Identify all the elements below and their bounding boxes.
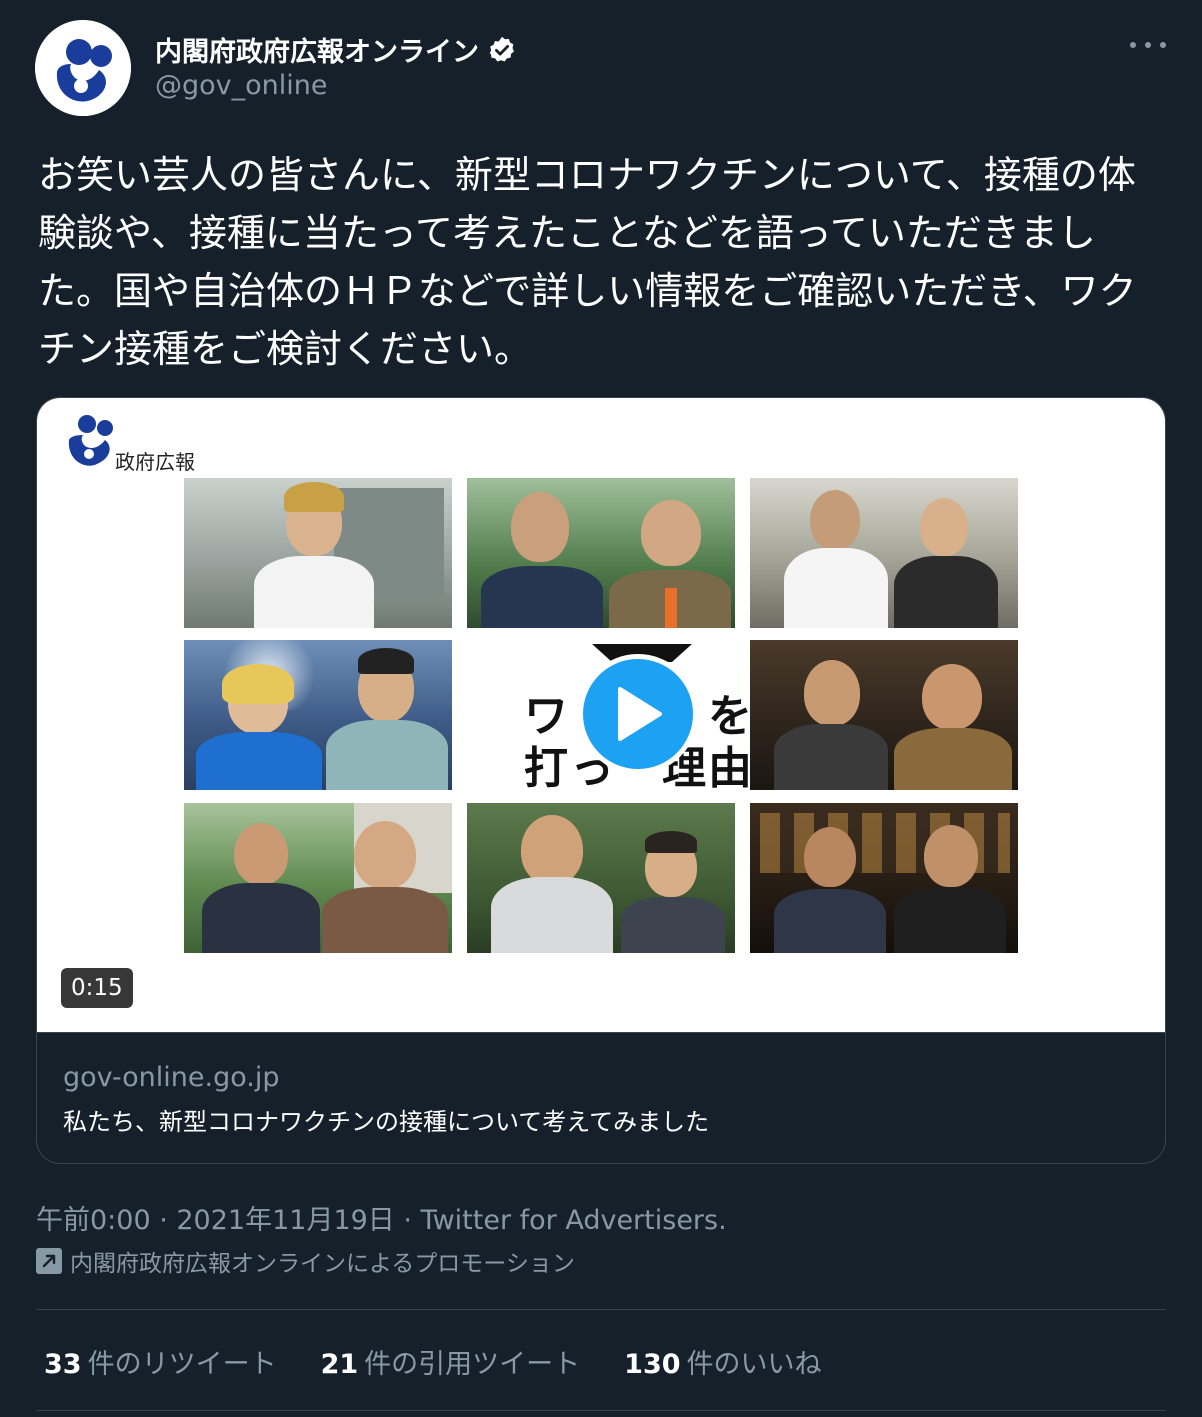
card-title: 私たち、新型コロナワクチンの接種について考えてみました bbox=[63, 1108, 710, 1136]
display-name[interactable]: 内閣府政府広報オンライン bbox=[155, 30, 517, 69]
quotes-count: 21 bbox=[320, 1349, 359, 1380]
retweets-count: 33 bbox=[44, 1349, 82, 1380]
avatar[interactable] bbox=[35, 20, 131, 116]
play-button[interactable] bbox=[578, 654, 698, 774]
thumbnail-5 bbox=[750, 640, 1018, 790]
thumbnail-8 bbox=[750, 803, 1018, 953]
promoted-arrow-icon bbox=[36, 1248, 62, 1274]
video-duration: 0:15 bbox=[61, 968, 133, 1008]
tweet-timestamp[interactable]: 午前0:00 · 2021年11月19日 · Twitter for Adver… bbox=[36, 1198, 727, 1237]
engagement-stats: 33 件のリツイート 21 件の引用ツイート 130 件のいいね bbox=[44, 1342, 822, 1381]
thumbnail-6 bbox=[184, 803, 452, 953]
gov-logo-icon bbox=[65, 410, 121, 470]
more-options-button[interactable] bbox=[1130, 30, 1166, 60]
thumbnail-2 bbox=[467, 478, 735, 628]
quotes-label: 件の引用ツイート bbox=[364, 1349, 581, 1380]
verified-badge-icon bbox=[489, 36, 514, 61]
more-dot-icon bbox=[1145, 42, 1151, 48]
display-name-text[interactable]: 内閣府政府広報オンライン bbox=[155, 30, 479, 69]
likes-count: 130 bbox=[624, 1349, 681, 1380]
thumbnail-4 bbox=[184, 640, 452, 790]
play-icon bbox=[618, 687, 662, 741]
gov-logo-icon bbox=[35, 20, 131, 116]
card-domain: gov-online.go.jp bbox=[63, 1062, 280, 1093]
more-dot-icon bbox=[1130, 42, 1136, 48]
promotion-text: 内閣府政府広報オンラインによるプロモーション bbox=[70, 1251, 575, 1277]
video-card[interactable]: 政府広報 ワ を 打っ 理由 0:15 gov-online.go.jp 私たち… bbox=[36, 397, 1166, 1164]
thumbnail-1 bbox=[184, 478, 452, 628]
retweets-label: 件のリツイート bbox=[87, 1349, 277, 1380]
tweet-page: 内閣府政府広報オンライン @gov_online お笑い芸人の皆さんに、新型コロ… bbox=[0, 0, 1202, 1417]
divider bbox=[36, 1410, 1166, 1411]
retweets-stat[interactable]: 33 件のリツイート bbox=[44, 1342, 277, 1381]
likes-label: 件のいいね bbox=[686, 1349, 822, 1380]
card-logo-text: 政府広報 bbox=[115, 450, 195, 474]
tweet-text: お笑い芸人の皆さんに、新型コロナワクチンについて、接種の体験談や、接種に当たって… bbox=[38, 153, 1137, 371]
likes-stat[interactable]: 130 件のいいね bbox=[624, 1342, 821, 1381]
thumbnail-3 bbox=[750, 478, 1018, 628]
quote-tweets-stat[interactable]: 21 件の引用ツイート bbox=[321, 1342, 581, 1381]
promotion-line[interactable]: 内閣府政府広報オンラインによるプロモーション bbox=[36, 1244, 575, 1278]
divider bbox=[36, 1309, 1166, 1310]
more-dot-icon bbox=[1160, 42, 1166, 48]
video-player[interactable]: 政府広報 ワ を 打っ 理由 0:15 bbox=[37, 398, 1165, 1033]
thumbnail-7 bbox=[467, 803, 735, 953]
handle[interactable]: @gov_online bbox=[155, 70, 328, 101]
